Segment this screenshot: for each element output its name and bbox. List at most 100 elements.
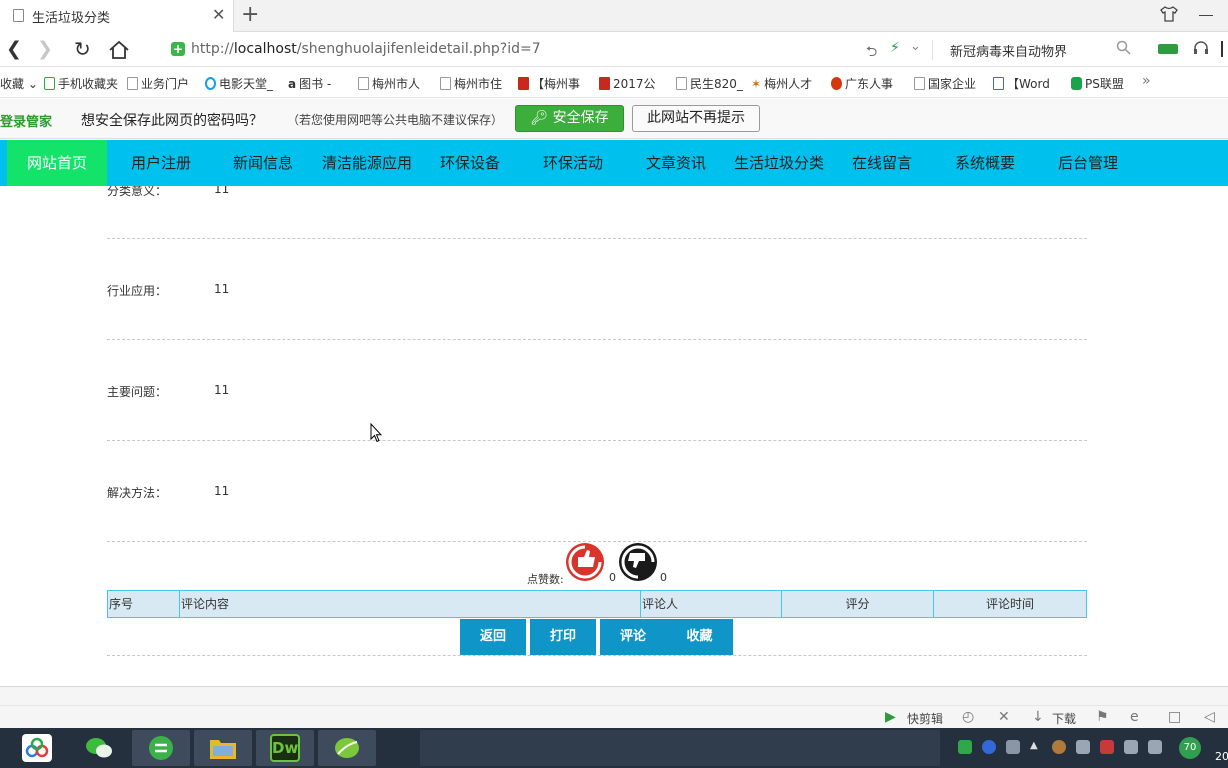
flag-icon[interactable]: ⚑ bbox=[1096, 709, 1109, 725]
close-tab-icon[interactable]: ✕ bbox=[212, 5, 225, 24]
page-icon bbox=[127, 77, 138, 90]
field-value: 11 bbox=[214, 383, 230, 397]
nav-item-messages[interactable]: 在线留言 bbox=[842, 140, 922, 186]
word-icon bbox=[993, 77, 1004, 90]
taskbar-app-explorer[interactable] bbox=[194, 730, 252, 766]
page-icon bbox=[914, 77, 925, 90]
url-input[interactable]: http://localhost/shenghuolajifenleidetai… bbox=[191, 41, 541, 57]
bookmark-item[interactable]: a 图书 - bbox=[288, 75, 331, 92]
bookmark-item[interactable]: 国家企业 bbox=[914, 75, 976, 92]
nav-item-news[interactable]: 新闻信息 bbox=[222, 140, 304, 186]
clip-icon[interactable]: ▶ bbox=[885, 709, 896, 725]
comment-button[interactable]: 评论 bbox=[600, 619, 666, 655]
bookmark-item[interactable]: 收藏 ⌄ bbox=[0, 75, 38, 92]
save-password-button[interactable]: 🔑︎ 安全保存 bbox=[515, 105, 624, 132]
star-icon bbox=[831, 77, 842, 90]
sogou-icon[interactable] bbox=[958, 740, 972, 754]
nav-item-equipment[interactable]: 环保设备 bbox=[430, 140, 510, 186]
detail-content: 分类意义： 11 行业应用： 11 主要问题： 11 解决方法： 11 点赞数:… bbox=[0, 186, 1228, 686]
taskbar-app-dreamweaver[interactable]: Dw bbox=[256, 730, 314, 766]
bookmark-item[interactable]: 梅州市住 bbox=[440, 75, 502, 92]
bookmark-item[interactable]: 民生820_ bbox=[676, 75, 743, 92]
share-icon[interactable]: ⮌ bbox=[866, 41, 877, 65]
minimize-button[interactable] bbox=[1199, 15, 1213, 16]
battery-icon[interactable] bbox=[1158, 44, 1178, 54]
bookmark-item[interactable]: 【Word bbox=[993, 75, 1050, 92]
page-icon bbox=[440, 77, 451, 90]
lightning-icon[interactable]: ⚡ bbox=[890, 40, 900, 56]
forward-icon[interactable]: ❯ bbox=[37, 38, 53, 60]
nav-item-clean-energy[interactable]: 清洁能源应用 bbox=[315, 140, 419, 186]
bookmark-item[interactable]: 梅州市人 bbox=[358, 75, 420, 92]
field-row: 主要问题： 11 bbox=[107, 340, 1087, 441]
field-label: 分类意义： bbox=[107, 186, 168, 198]
home-icon[interactable] bbox=[108, 39, 130, 61]
page-icon bbox=[13, 9, 24, 22]
bookmark-item[interactable]: 广东人事 bbox=[831, 75, 893, 92]
back-icon[interactable]: ❮ bbox=[6, 38, 22, 60]
cpu-badge[interactable]: 70 bbox=[1179, 737, 1201, 759]
bookmark-item[interactable]: 电影天堂_ bbox=[205, 75, 273, 92]
field-row: 分类意义： 11 bbox=[107, 186, 1087, 239]
never-remind-button[interactable]: 此网站不再提示 bbox=[632, 105, 760, 132]
nav-item-admin[interactable]: 后台管理 bbox=[1048, 140, 1128, 186]
bookmarks-bar: 收藏 ⌄ 手机收藏夹 业务门户 电影天堂_ a 图书 - 梅州市人 梅州市住 【梅… bbox=[0, 68, 1228, 98]
download-icon[interactable]: ↓ bbox=[1032, 709, 1044, 725]
address-bar: ❮ ❯ ↻ + http://localhost/shenghuolajifen… bbox=[0, 33, 1228, 67]
bookmark-item[interactable]: 2017公 bbox=[599, 75, 656, 92]
reload-icon[interactable]: ↻ bbox=[74, 37, 91, 61]
speaker-icon[interactable] bbox=[1148, 740, 1162, 754]
security-icon[interactable] bbox=[1100, 740, 1114, 754]
speed-icon[interactable]: ◴ bbox=[962, 709, 974, 725]
device-icon[interactable] bbox=[1124, 740, 1138, 754]
nav-item-overview[interactable]: 系统概要 bbox=[945, 140, 1025, 186]
volume-icon[interactable]: ◁ bbox=[1204, 709, 1215, 725]
back-button[interactable]: 返回 bbox=[460, 619, 526, 655]
nav-item-home[interactable]: 网站首页 bbox=[7, 140, 107, 188]
help-icon[interactable] bbox=[982, 740, 996, 754]
pin-icon[interactable]: ✕ bbox=[998, 709, 1010, 725]
clock[interactable]: 20 bbox=[1215, 750, 1228, 763]
thumbs-up-icon[interactable] bbox=[564, 541, 606, 583]
browser-tab-bar: 生活垃圾分类 ✕ + bbox=[0, 0, 1228, 32]
nav-item-garbage-sorting[interactable]: 生活垃圾分类 bbox=[727, 140, 831, 186]
browser-tab[interactable]: 生活垃圾分类 ✕ bbox=[0, 0, 234, 32]
flame-icon: ✶ bbox=[751, 77, 762, 91]
blurred-region bbox=[420, 730, 940, 766]
search-icon[interactable] bbox=[1116, 40, 1131, 55]
tray-expand-icon[interactable]: ▲ bbox=[1030, 740, 1044, 754]
password-manager-label: 登录管家 bbox=[0, 115, 53, 130]
menu-icon[interactable] bbox=[1221, 41, 1223, 57]
bookmark-item[interactable]: 手机收藏夹 bbox=[44, 75, 118, 92]
print-button[interactable]: 打印 bbox=[530, 619, 596, 655]
download-label[interactable]: 下载 bbox=[1052, 710, 1076, 727]
taskbar-app-baidu-netdisk[interactable] bbox=[8, 730, 66, 766]
more-bookmarks-icon[interactable]: » bbox=[1142, 73, 1151, 89]
bookmark-item[interactable]: 业务门户 bbox=[127, 75, 189, 92]
taskbar-app-wechat[interactable] bbox=[70, 730, 128, 766]
nav-item-register[interactable]: 用户注册 bbox=[120, 140, 202, 186]
tray-icon[interactable] bbox=[1006, 740, 1020, 754]
taskbar-app-browser[interactable] bbox=[132, 730, 190, 766]
favorite-button[interactable]: 收藏 bbox=[666, 619, 733, 655]
thumbs-down-icon[interactable] bbox=[617, 541, 659, 583]
nav-item-articles[interactable]: 文章资讯 bbox=[636, 140, 716, 186]
headset-icon[interactable] bbox=[1192, 39, 1210, 57]
chevron-down-icon[interactable]: ⌄ bbox=[910, 39, 921, 54]
window-icon[interactable]: □ bbox=[1168, 709, 1181, 725]
bookmark-item[interactable]: ✶ 梅州人才 bbox=[751, 75, 812, 92]
clip-label[interactable]: 快剪辑 bbox=[907, 710, 943, 727]
ie-icon[interactable]: e bbox=[1130, 709, 1139, 725]
taskbar-app-green[interactable] bbox=[318, 730, 376, 766]
skin-icon[interactable] bbox=[1160, 5, 1178, 23]
secure-shield-icon[interactable]: + bbox=[171, 42, 185, 56]
divider bbox=[107, 655, 1087, 656]
nav-item-activities[interactable]: 环保活动 bbox=[533, 140, 613, 186]
bookmark-item[interactable]: 【梅州事 bbox=[518, 75, 580, 92]
bookmark-item[interactable]: PS联盟 bbox=[1071, 75, 1124, 92]
key-icon: 🔑︎ bbox=[530, 110, 553, 126]
new-tab-button[interactable]: + bbox=[241, 2, 259, 27]
tray-app-icon[interactable] bbox=[1052, 740, 1066, 754]
network-icon[interactable] bbox=[1076, 740, 1090, 754]
search-input[interactable]: 新冠病毒来自动物界 bbox=[950, 41, 1067, 60]
